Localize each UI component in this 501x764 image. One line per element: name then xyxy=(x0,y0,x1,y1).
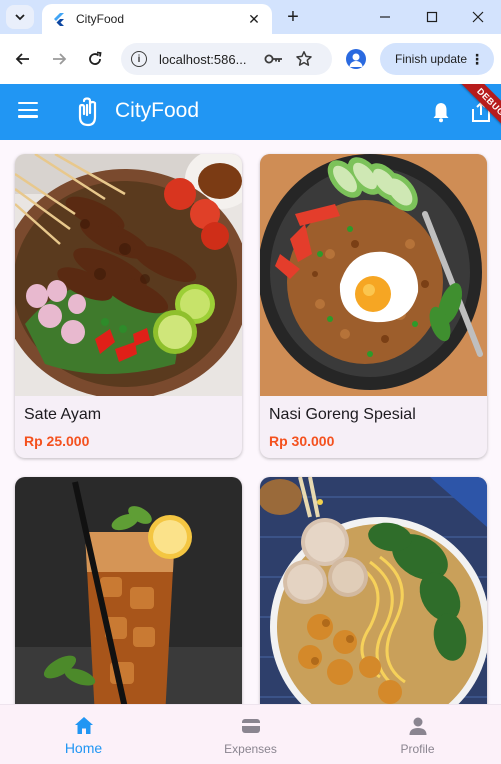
app-viewport: CityFood DEBUG Sate Ayam Rp 25.000 Nasi … xyxy=(0,84,501,764)
product-name: Nasi Goreng Spesial xyxy=(269,406,416,423)
password-key-icon[interactable] xyxy=(263,48,285,70)
cityfood-logo-icon xyxy=(78,97,97,127)
reload-button[interactable] xyxy=(84,48,106,70)
browser-tab[interactable]: CityFood ✕ xyxy=(42,4,272,34)
close-icon xyxy=(472,11,484,23)
nav-home[interactable]: Home xyxy=(0,705,167,764)
chevron-down-icon xyxy=(15,14,25,21)
home-icon xyxy=(75,717,93,734)
finish-update-label: Finish update xyxy=(395,52,468,66)
product-price: Rp 25.000 xyxy=(24,433,90,449)
profile-avatar-icon[interactable] xyxy=(346,49,366,69)
browser-tab-strip: CityFood ✕ + xyxy=(0,0,501,34)
product-card[interactable]: Nasi Goreng Spesial Rp 30.000 xyxy=(260,154,487,458)
url-text: localhost:586... xyxy=(159,51,247,67)
new-tab-button[interactable]: + xyxy=(283,6,303,28)
address-bar[interactable]: i localhost:586... xyxy=(121,43,332,75)
bottom-navigation: Home Expenses Profile xyxy=(0,704,501,764)
minimize-button[interactable] xyxy=(374,6,396,28)
wallet-icon xyxy=(242,719,260,733)
arrow-left-icon xyxy=(15,53,29,65)
nav-expenses-label: Expenses xyxy=(224,742,277,756)
minimize-icon xyxy=(380,16,390,18)
maximize-icon xyxy=(426,11,438,23)
close-window-button[interactable] xyxy=(467,6,489,28)
bookmark-star-icon[interactable] xyxy=(293,48,315,70)
product-name: Sate Ayam xyxy=(24,406,102,423)
tab-close-icon[interactable]: ✕ xyxy=(246,11,262,27)
site-info-icon[interactable]: i xyxy=(131,51,147,67)
product-price: Rp 30.000 xyxy=(269,433,335,449)
product-card[interactable]: Sate Ayam Rp 25.000 xyxy=(15,154,242,458)
nav-profile-label: Profile xyxy=(400,742,435,756)
mie-ayam-image xyxy=(260,477,487,719)
nav-home-label: Home xyxy=(64,740,103,756)
nasi-goreng-image xyxy=(260,154,487,396)
reload-icon xyxy=(89,51,102,65)
more-vert-icon[interactable]: ⋮ xyxy=(470,51,484,67)
menu-icon[interactable] xyxy=(18,102,38,122)
arrow-right-icon xyxy=(53,53,67,65)
flutter-icon xyxy=(54,13,64,26)
maximize-button[interactable] xyxy=(421,6,443,28)
forward-button[interactable] xyxy=(48,48,70,70)
sate-ayam-image xyxy=(15,154,242,396)
tab-search-button[interactable] xyxy=(6,5,34,29)
iced-tea-image xyxy=(15,477,242,719)
back-button[interactable] xyxy=(12,48,34,70)
notification-bell-icon[interactable] xyxy=(430,101,452,123)
browser-toolbar: i localhost:586... Finish update ⋮ xyxy=(0,34,501,84)
nav-expenses[interactable]: Expenses xyxy=(167,705,334,764)
app-bar: CityFood DEBUG xyxy=(0,84,501,147)
nav-profile[interactable]: Profile xyxy=(334,705,501,764)
finish-update-button[interactable]: Finish update ⋮ xyxy=(380,43,494,75)
app-title: CityFood xyxy=(115,99,200,122)
person-icon xyxy=(409,717,427,735)
tab-title: CityFood xyxy=(76,12,125,26)
